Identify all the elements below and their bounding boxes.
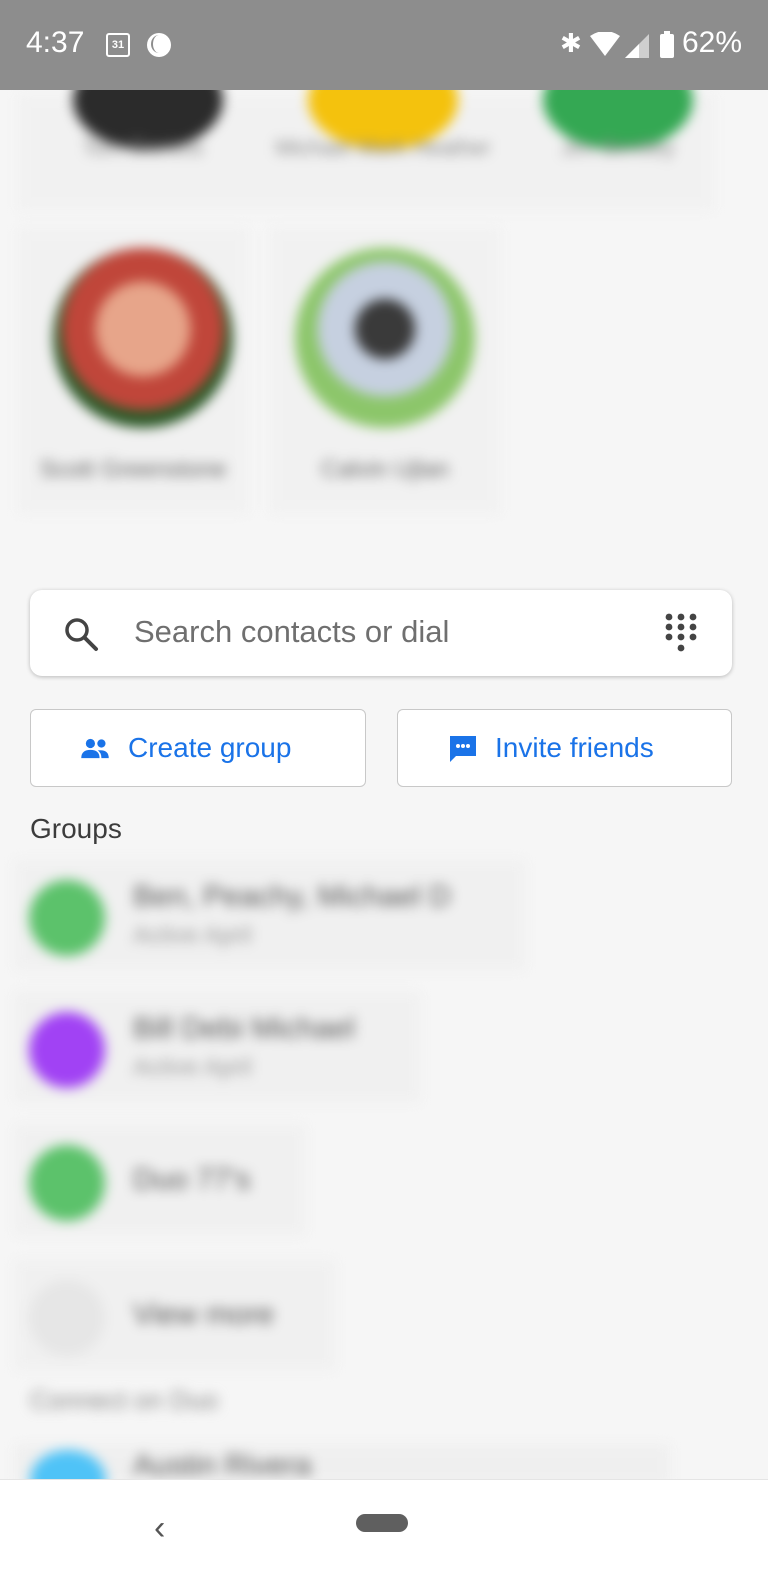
dialpad-icon[interactable] [664, 612, 698, 656]
back-icon[interactable]: ‹ [154, 1508, 165, 1548]
group-list-item[interactable]: Bill Debi Michael Active April [15, 992, 420, 1102]
contact-name: Calvin Ujlan [320, 456, 450, 483]
contact-name: Michael Mark Heather [275, 135, 491, 160]
groups-heading: Groups [30, 813, 122, 844]
group-icon [81, 738, 109, 759]
battery-percent: 62% [682, 26, 743, 59]
create-group-label: Create group [128, 732, 292, 763]
contact-name: Scott Greenstone [39, 456, 227, 483]
group-list-item[interactable]: Ben, Peachy, Michael D Active April [15, 860, 525, 970]
group-avatar [29, 1145, 105, 1221]
contact-avatar [53, 248, 233, 428]
search-icon [65, 618, 98, 651]
view-more-label: View more [133, 1298, 275, 1331]
navigation-bar: ‹ [0, 1479, 768, 1580]
contact-tile[interactable]: Scott Greenstone [18, 228, 248, 513]
group-avatar [29, 1012, 105, 1088]
search-bar[interactable]: Search contacts or dial [30, 590, 732, 676]
group-subtitle: Active April [133, 922, 252, 949]
group-title: Ben, Peachy, Michael D [133, 880, 451, 913]
message-icon [450, 736, 476, 762]
contact-tile[interactable]: Calvin Ujlan [270, 228, 500, 513]
search-input[interactable]: Search contacts or dial [134, 614, 449, 650]
status-bar: 4:37 31 ✱ 62% [0, 0, 768, 90]
connect-heading: Connect on Duo [30, 1385, 218, 1415]
battery-icon [660, 31, 674, 58]
chevron-down-icon [29, 1280, 105, 1356]
calendar-icon: 31 [106, 33, 130, 57]
contact-avatar [295, 248, 475, 428]
invite-friends-label: Invite friends [495, 732, 654, 763]
create-group-button[interactable]: Create group [30, 709, 366, 787]
contact-name: Austin Rivera [133, 1449, 312, 1482]
invite-friends-button[interactable]: Invite friends [397, 709, 732, 787]
group-avatar [29, 880, 105, 956]
contact-name: Jim Bentley [561, 135, 675, 160]
group-subtitle: Active April [133, 1054, 252, 1081]
home-pill-icon[interactable] [356, 1514, 408, 1532]
baseball-icon [147, 33, 171, 57]
cell-signal-icon [625, 34, 649, 58]
contact-name: Tom Daniels [82, 135, 204, 160]
top-contacts-row: Tom Daniels Michael Mark Heather Jim Ben… [18, 50, 714, 210]
group-list-item[interactable]: Duo 77's [15, 1125, 305, 1235]
group-title: Duo 77's [133, 1163, 251, 1196]
bluetooth-icon: ✱ [560, 28, 582, 58]
wifi-icon [590, 32, 620, 56]
view-more-button[interactable]: View more [15, 1260, 335, 1370]
group-title: Bill Debi Michael [133, 1012, 355, 1045]
status-time: 4:37 [26, 26, 85, 59]
